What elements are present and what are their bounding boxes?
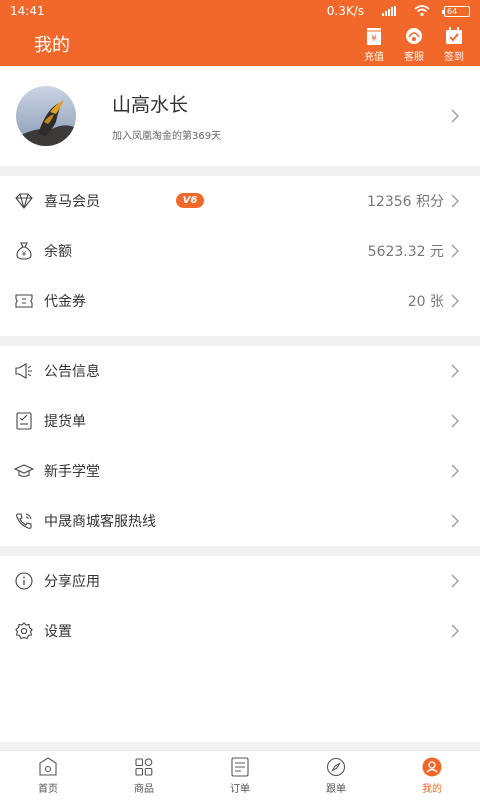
- hotline-label: 中晟商城客服热线: [44, 514, 156, 530]
- pickup-order-row[interactable]: 提货单: [0, 396, 480, 446]
- tab-products[interactable]: 商品: [96, 751, 192, 800]
- graduation-cap-icon: [14, 461, 34, 481]
- customer-service-button[interactable]: 客服: [394, 26, 434, 63]
- balance-amount: 5623.32 元: [367, 244, 444, 260]
- page-title: 我的: [34, 35, 70, 56]
- chevron-right-icon: [451, 109, 459, 123]
- home-icon: [39, 756, 57, 776]
- profile-join-days: 加入凤凰淘金的第369天: [112, 131, 222, 142]
- coupon-row[interactable]: 代金券 20 张: [0, 276, 480, 326]
- balance-row[interactable]: ¥ 余额 5623.32 元: [0, 226, 480, 276]
- settings-label: 设置: [44, 624, 72, 640]
- wifi-icon: [414, 5, 430, 17]
- status-bar: 14:41 0.3K/s 64: [0, 0, 480, 22]
- hotline-row[interactable]: 中晟商城客服热线: [0, 496, 480, 546]
- svg-text:¥: ¥: [22, 250, 27, 258]
- network-speed: 0.3K/s: [326, 4, 364, 18]
- coupon-label: 代金券: [44, 294, 86, 310]
- share-app-label: 分享应用: [44, 574, 100, 590]
- chevron-right-icon: [451, 414, 459, 428]
- info-icon: [14, 571, 34, 591]
- customer-service-icon: [406, 27, 422, 44]
- tab-mine[interactable]: 我的: [384, 751, 480, 800]
- checkin-icon: [446, 26, 462, 44]
- share-app-row[interactable]: 分享应用: [0, 556, 480, 606]
- others-group: 分享应用 设置: [0, 556, 480, 656]
- coupon-icon: [14, 291, 34, 311]
- settings-row[interactable]: 设置: [0, 606, 480, 656]
- vip-level-badge: V6: [176, 193, 204, 208]
- gear-icon: [14, 621, 34, 641]
- member-label: 喜马会员: [44, 194, 100, 210]
- blank-area: [0, 656, 480, 742]
- order-list-icon: [231, 756, 249, 777]
- balance-label: 余额: [44, 244, 72, 260]
- tab-home[interactable]: 首页: [0, 751, 96, 800]
- money-bag-icon: ¥: [14, 241, 34, 261]
- chevron-right-icon: [451, 574, 459, 588]
- chevron-right-icon: [451, 244, 459, 258]
- header: 14:41 0.3K/s 64 我的 ¥ 充值 客服 签到: [0, 0, 480, 66]
- checkin-button[interactable]: 签到: [434, 26, 474, 63]
- announcement-row[interactable]: 公告信息: [0, 346, 480, 396]
- diamond-icon: [14, 191, 34, 211]
- chevron-right-icon: [451, 514, 459, 528]
- profile-card[interactable]: 山高水长 加入凤凰淘金的第369天: [0, 66, 480, 166]
- chevron-right-icon: [451, 294, 459, 308]
- svg-text:¥: ¥: [371, 34, 377, 44]
- member-row[interactable]: 喜马会员 V6 12356 积分: [0, 176, 480, 226]
- profile-name: 山高水长: [112, 94, 189, 116]
- member-points: 12356 积分: [367, 194, 444, 210]
- beginner-school-label: 新手学堂: [44, 464, 100, 480]
- tab-follow[interactable]: 跟单: [288, 751, 384, 800]
- signal-icon: [382, 6, 396, 16]
- chevron-right-icon: [451, 624, 459, 638]
- chevron-right-icon: [451, 364, 459, 378]
- recharge-icon: ¥: [367, 27, 381, 45]
- chevron-right-icon: [451, 464, 459, 478]
- grid-icon: [135, 757, 153, 776]
- battery-icon: 64: [442, 5, 470, 17]
- services-group: 公告信息 提货单 新手学堂 中晟商城客服热线: [0, 346, 480, 546]
- tab-orders[interactable]: 订单: [192, 751, 288, 800]
- status-time: 14:41: [10, 4, 45, 18]
- compass-icon: [326, 757, 346, 776]
- recharge-button[interactable]: ¥ 充值: [354, 26, 394, 63]
- phone-icon: [14, 511, 34, 531]
- account-group: 喜马会员 V6 12356 积分 ¥ 余额 5623.32 元 代金券 20 张: [0, 176, 480, 336]
- pickup-order-label: 提货单: [44, 414, 86, 430]
- megaphone-icon: [14, 361, 34, 381]
- user-icon: [422, 757, 442, 776]
- checklist-icon: [14, 411, 34, 431]
- coupon-count: 20 张: [407, 294, 444, 310]
- bottom-tab-bar: 首页 商品 订单 跟单 我的: [0, 750, 480, 800]
- beginner-school-row[interactable]: 新手学堂: [0, 446, 480, 496]
- announcement-label: 公告信息: [44, 364, 100, 380]
- chevron-right-icon: [451, 194, 459, 208]
- avatar[interactable]: [16, 86, 76, 146]
